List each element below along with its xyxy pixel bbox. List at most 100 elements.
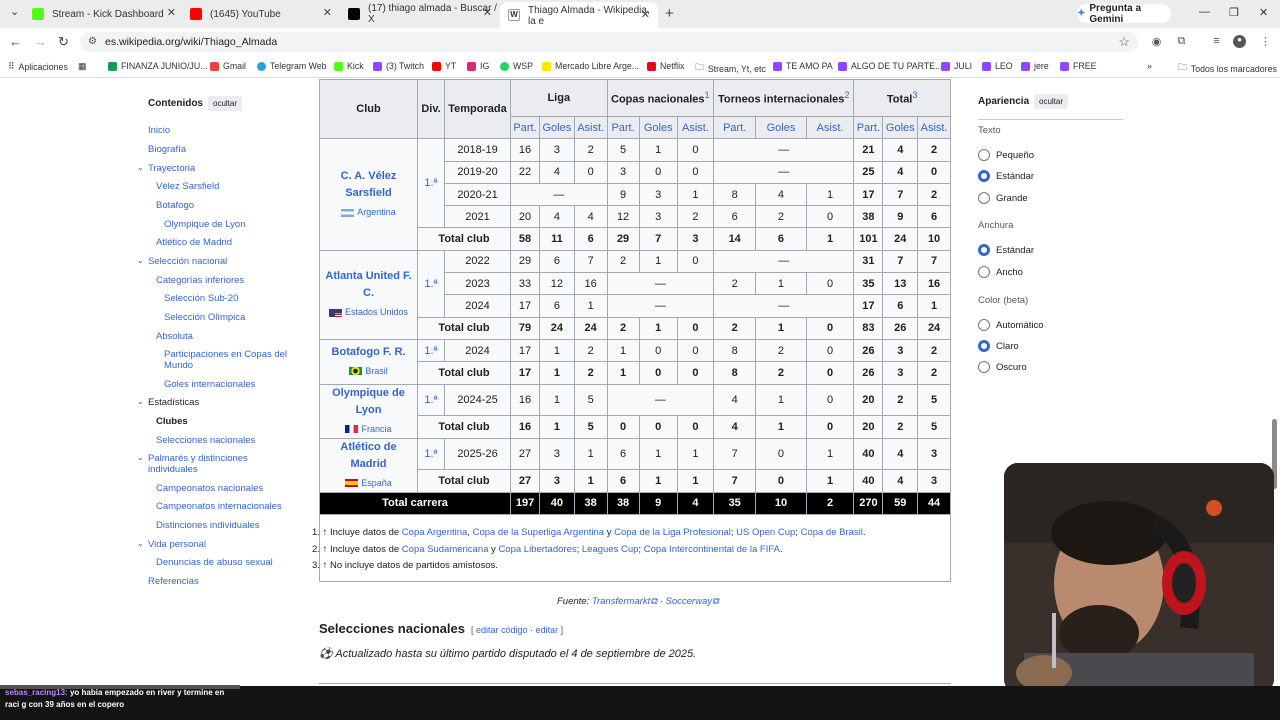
toc-item-clubes[interactable]: Clubes	[156, 416, 188, 427]
bookmark-wsp[interactable]: WSP	[500, 61, 533, 71]
toc-item-trayectoria[interactable]: Trayectoria	[148, 163, 195, 174]
radio-selected-icon[interactable]	[978, 244, 990, 256]
link-copa-argentina[interactable]: Copa Argentina	[402, 527, 468, 538]
toc-item-atletico[interactable]: Atlético de Madrid	[156, 237, 232, 248]
toc-item-categorias[interactable]: Categorías inferiores	[156, 275, 244, 286]
back-arrow-icon[interactable]: ↑	[323, 544, 328, 555]
tab-search-icon[interactable]: ⌄	[10, 5, 19, 18]
radio-text-large[interactable]: Grande	[978, 192, 1028, 204]
link-soccerway[interactable]: Soccerway	[666, 596, 712, 607]
radio-text-small[interactable]: Pequeño	[978, 149, 1034, 161]
bookmark-free[interactable]: FREE	[1060, 61, 1096, 71]
chat-scrollbar[interactable]	[0, 685, 240, 689]
chevron-down-icon[interactable]: ⌄	[137, 397, 144, 406]
div-cell[interactable]: 1.ª	[417, 383, 445, 416]
bookmarks-overflow-icon[interactable]: »	[1147, 61, 1152, 71]
toc-item-selecciones[interactable]: Selecciones nacionales	[156, 435, 255, 446]
link-copa-liga-profesional[interactable]: Copa de la Liga Profesional	[614, 527, 731, 538]
tab-youtube[interactable]: (1645) YouTube ✕	[182, 4, 340, 24]
bookmark-ig[interactable]: IG	[467, 61, 489, 71]
bookmark-finanza[interactable]: FINANZA JUNIO/JU...	[108, 61, 208, 71]
country-label[interactable]: Francia	[361, 424, 391, 434]
bookmark-algo[interactable]: ALGO DE TU PARTE...	[838, 61, 942, 71]
div-cell[interactable]: 1.ª	[417, 338, 445, 363]
toc-item-estadisticas[interactable]: Estadísticas	[148, 397, 199, 408]
link-copa-sudamericana[interactable]: Copa Sudamericana	[402, 544, 489, 555]
radio-icon[interactable]	[978, 361, 990, 373]
tab-kick-dashboard[interactable]: Stream - Kick Dashboard ✕	[24, 4, 184, 24]
bookmark-leo[interactable]: LEO	[982, 61, 1013, 71]
radio-color-light[interactable]: Claro	[978, 340, 1019, 352]
radio-icon[interactable]	[978, 266, 990, 278]
link-copa-libertadores[interactable]: Copa Libertadores	[498, 544, 576, 555]
toc-item-camp-nac[interactable]: Campeonatos nacionales	[156, 483, 263, 494]
country-label[interactable]: Argentina	[357, 207, 396, 217]
toc-item-absoluta[interactable]: Absoluta	[156, 331, 193, 342]
maximize-icon[interactable]: ❐	[1229, 6, 1239, 19]
gemini-button[interactable]: ✦ Pregunta a Gemini	[1077, 3, 1171, 25]
toc-item-denuncias[interactable]: Denuncias de abuso sexual	[156, 557, 273, 568]
note-ref-3[interactable]: 3	[912, 90, 917, 100]
close-window-icon[interactable]: ✕	[1259, 6, 1268, 19]
close-tab-icon[interactable]: ✕	[483, 6, 492, 19]
bookmark-all[interactable]: 🗀 Todos los marcadores	[1178, 61, 1277, 76]
bookmark-mercadolibre[interactable]: Mercado Libre Arge...	[542, 61, 639, 71]
toc-item-seleccion[interactable]: Selección nacional	[148, 256, 227, 267]
club-country[interactable]: España	[322, 475, 415, 492]
radio-icon[interactable]	[978, 192, 990, 204]
bookmark-teamopa[interactable]: TE AMO PA	[773, 61, 833, 71]
chevron-down-icon[interactable]: ⌄	[137, 453, 144, 462]
club-cell-lyon[interactable]: Olympique de Lyon Francia	[319, 383, 418, 439]
reload-icon[interactable]: ↻	[58, 34, 69, 50]
bookmark-juli[interactable]: JULI	[941, 61, 972, 71]
radio-icon[interactable]	[978, 149, 990, 161]
div-cell[interactable]: 1.ª	[417, 437, 445, 470]
note-ref-2[interactable]: 2	[844, 90, 849, 100]
div-cell[interactable]: 1.ª	[417, 138, 445, 229]
extension-icon[interactable]: ◉	[1150, 35, 1163, 48]
radio-text-standard[interactable]: Estándar	[978, 170, 1034, 182]
extensions-puzzle-icon[interactable]: ⧉	[1175, 35, 1188, 48]
toc-item-vida[interactable]: Vida personal	[148, 539, 206, 550]
radio-width-wide[interactable]: Ancho	[978, 266, 1023, 278]
toc-item-palmares[interactable]: Palmarés y distinciones individuales	[148, 453, 278, 475]
link-leagues-cup[interactable]: Leagues Cup	[582, 544, 639, 555]
bookmark-folder-stream[interactable]: 🗀 Stream, Yt, etc	[695, 61, 766, 76]
toc-item-goles-int[interactable]: Goles internacionales	[164, 379, 255, 390]
chevron-down-icon[interactable]: ⌄	[137, 256, 144, 265]
toc-item-sub20[interactable]: Selección Sub-20	[164, 293, 238, 304]
edit-code-link[interactable]: editar código	[476, 625, 528, 635]
bookmark-telegram[interactable]: Telegram Web	[257, 61, 327, 71]
toc-item-dist-ind[interactable]: Distinciones individuales	[156, 520, 260, 531]
toc-item-velez[interactable]: Vélez Sarsfield	[156, 181, 219, 192]
back-arrow-icon[interactable]: ↑	[323, 527, 328, 538]
radio-color-dark[interactable]: Oscuro	[978, 361, 1027, 373]
toc-item-olimpica[interactable]: Selección Olímpica	[164, 312, 245, 323]
close-tab-icon[interactable]: ✕	[323, 6, 332, 19]
link-us-open-cup[interactable]: US Open Cup	[736, 527, 795, 538]
menu-icon[interactable]: ⋮	[1259, 35, 1272, 48]
club-cell-velez[interactable]: C. A. Vélez Sarsfield Argentina	[319, 138, 418, 251]
bookmark-grid[interactable]: ▦	[78, 61, 86, 72]
close-tab-icon[interactable]: ✕	[167, 6, 176, 19]
club-cell-atletico[interactable]: Atlético de Madrid España	[319, 437, 418, 493]
tab-wikipedia[interactable]: W Thiago Almada - Wikipedia, la e ✕	[500, 2, 658, 28]
tab-x-search[interactable]: (17) thiago almada - Buscar / X ✕	[340, 3, 500, 25]
chevron-down-icon[interactable]: ⌄	[137, 163, 144, 172]
club-country[interactable]: Francia	[322, 421, 415, 438]
link-copa-intercontinental[interactable]: Copa Intercontinental de la FIFA	[644, 544, 780, 555]
radio-icon[interactable]	[978, 319, 990, 331]
club-name[interactable]: Botafogo F. R.	[332, 346, 406, 358]
toc-item-camp-int[interactable]: Campeonatos internacionales	[156, 501, 282, 512]
toc-item-biografia[interactable]: Biografía	[148, 144, 186, 155]
minimize-icon[interactable]: —	[1199, 6, 1210, 18]
radio-color-auto[interactable]: Automático	[978, 319, 1044, 331]
club-country[interactable]: Estados Unidos	[322, 304, 415, 321]
toc-item-copas-mundo[interactable]: Participaciones en Copas del Mundo	[164, 349, 294, 371]
bookmark-yt[interactable]: YT	[432, 61, 456, 71]
radio-selected-icon[interactable]	[978, 170, 990, 182]
new-tab-icon[interactable]: +	[665, 5, 674, 22]
edit-link[interactable]: editar	[536, 625, 559, 635]
toc-hide-button[interactable]: ocultar	[208, 96, 243, 111]
country-label[interactable]: España	[361, 478, 392, 488]
